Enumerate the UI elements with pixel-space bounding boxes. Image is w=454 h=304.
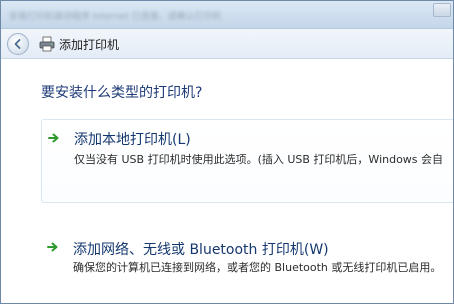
add-network-printer-option[interactable]: 添加网络、无线或 Bluetooth 打印机(W) 确保您的计算机已连接到网络，…	[41, 235, 453, 295]
option-title: 添加网络、无线或 Bluetooth 打印机(W)	[73, 242, 329, 258]
option-description: 确保您的计算机已连接到网络，或者您的 Bluetooth 或无线打印机已启用。	[73, 261, 442, 274]
page-title: 添加打印机	[59, 38, 120, 52]
printer-icon	[39, 36, 55, 52]
close-button[interactable]	[433, 3, 451, 17]
back-arrow-icon	[14, 39, 21, 49]
option-description: 仅当没有 USB 打印机时使用此选项。(插入 USB 打印机后，Windows …	[74, 153, 444, 166]
window-title-blurred: 安装打印机驱动程序 Internet 已连接，请确认打印机	[9, 12, 222, 22]
wizard-content: 要安装什么类型的打印机? 添加本地打印机(L) 仅当没有 USB 打印机时使用此…	[1, 60, 453, 303]
green-arrow-icon	[47, 242, 58, 252]
add-printer-window: 安装打印机驱动程序 Internet 已连接，请确认打印机 添加打印机 要安装什…	[0, 0, 454, 304]
green-arrow-icon	[48, 133, 59, 143]
back-button[interactable]	[7, 33, 29, 55]
wizard-heading: 要安装什么类型的打印机?	[41, 85, 203, 101]
add-local-printer-option[interactable]: 添加本地打印机(L) 仅当没有 USB 打印机时使用此选项。(插入 USB 打印…	[41, 119, 453, 203]
window-titlebar: 安装打印机驱动程序 Internet 已连接，请确认打印机	[1, 1, 453, 29]
option-title: 添加本地打印机(L)	[74, 132, 191, 148]
navigation-bar: 添加打印机	[1, 29, 453, 59]
window-controls	[433, 1, 453, 21]
